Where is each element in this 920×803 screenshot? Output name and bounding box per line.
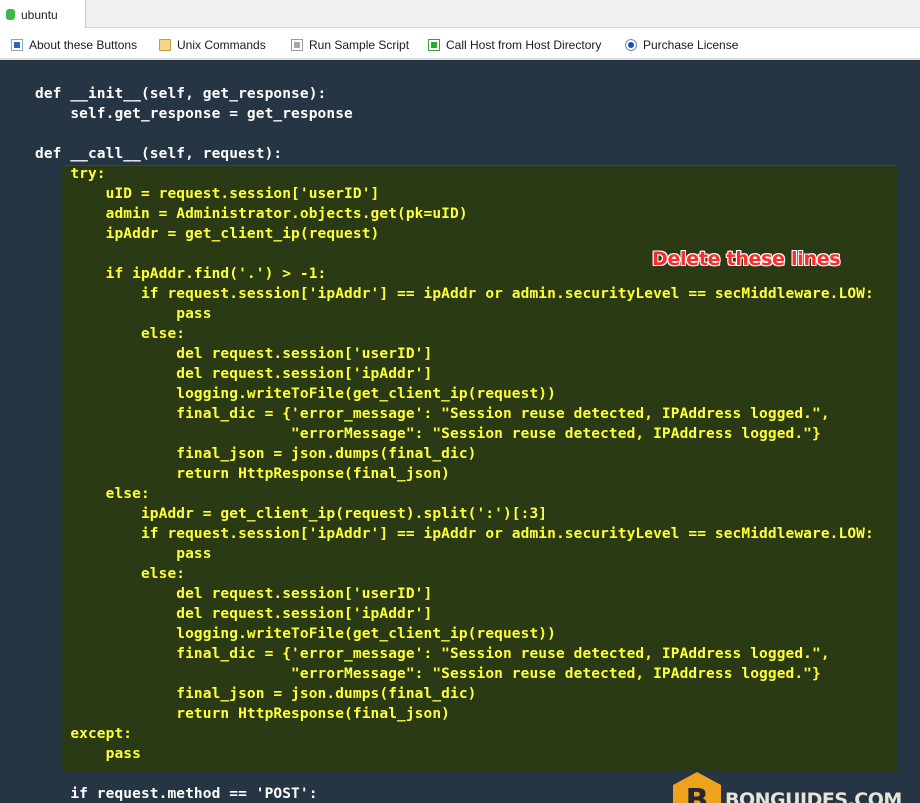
annotation-label: Delete these lines xyxy=(652,248,841,270)
code-line: logging.writeToFile(get_client_ip(reques… xyxy=(35,386,556,402)
code-line: final_json = json.dumps(final_dic) xyxy=(35,446,477,462)
code-line: except: xyxy=(35,726,133,742)
tab-ubuntu[interactable]: ubuntu xyxy=(0,0,86,29)
tab-title: ubuntu xyxy=(21,7,58,22)
radio-license-icon xyxy=(625,39,637,51)
code-line: "errorMessage": "Session reuse detected,… xyxy=(35,666,821,682)
code-line: else: xyxy=(35,486,150,502)
purchase-license-label: Purchase License xyxy=(643,38,739,52)
purchase-license-button[interactable]: Purchase License xyxy=(625,37,738,53)
about-buttons-button[interactable]: About these Buttons xyxy=(11,37,137,53)
script-icon xyxy=(291,39,303,51)
unix-commands-button[interactable]: Unix Commands xyxy=(159,37,266,53)
folder-icon xyxy=(159,39,171,51)
button-bar: About these Buttons Unix Commands Run Sa… xyxy=(0,28,920,60)
code-editor[interactable]: def __init__(self, get_response): self.g… xyxy=(0,62,920,803)
info-square-icon xyxy=(11,39,23,51)
run-sample-script-label: Run Sample Script xyxy=(309,38,410,52)
code-line: else: xyxy=(35,566,186,582)
code-line: uID = request.session['userID'] xyxy=(35,186,380,202)
code-line: if request.session['ipAddr'] == ipAddr o… xyxy=(35,286,874,302)
code-line: ipAddr = get_client_ip(request) xyxy=(35,226,380,242)
code-line: "errorMessage": "Session reuse detected,… xyxy=(35,426,821,442)
code-line: del request.session['ipAddr'] xyxy=(35,606,433,622)
code-line: if ipAddr.find('.') > -1: xyxy=(35,266,327,282)
code-line: return HttpResponse(final_json) xyxy=(35,466,450,482)
code-line: admin = Administrator.objects.get(pk=uID… xyxy=(35,206,468,222)
code-line: del request.session['userID'] xyxy=(35,586,433,602)
watermark: B BONGUIDES.COM xyxy=(671,770,902,803)
code-line: pass xyxy=(35,306,212,322)
watermark-text: BONGUIDES.COM xyxy=(725,789,902,803)
code-line: def __init__(self, get_response): xyxy=(35,86,327,102)
code-line: pass xyxy=(35,546,212,562)
code-line: try: xyxy=(35,166,106,182)
about-buttons-label: About these Buttons xyxy=(29,38,138,52)
run-sample-script-button[interactable]: Run Sample Script xyxy=(291,37,409,53)
code-line: return HttpResponse(final_json) xyxy=(35,706,450,722)
call-host-label: Call Host from Host Directory xyxy=(446,38,602,52)
code-line: if request.method == 'POST': xyxy=(35,786,318,802)
code-line: del request.session['userID'] xyxy=(35,346,433,362)
code-line: del request.session['ipAddr'] xyxy=(35,366,433,382)
host-icon xyxy=(428,39,440,51)
code-line: else: xyxy=(35,326,186,342)
code-line: final_json = json.dumps(final_dic) xyxy=(35,686,477,702)
session-status-icon xyxy=(6,9,15,20)
code-line: ipAddr = get_client_ip(request).split(':… xyxy=(35,506,548,522)
logo-letter: B xyxy=(686,783,709,803)
code-line: def __call__(self, request): xyxy=(35,146,283,162)
tab-strip: ubuntu xyxy=(0,0,920,29)
code-line: if request.session['ipAddr'] == ipAddr o… xyxy=(35,526,874,542)
code-line: logging.writeToFile(get_client_ip(reques… xyxy=(35,626,556,642)
hexagon-logo-icon: B xyxy=(673,772,721,803)
code-line: self.get_response = get_response xyxy=(35,106,353,122)
code-line: pass xyxy=(35,746,141,762)
unix-commands-label: Unix Commands xyxy=(177,38,266,52)
code-line: final_dic = {'error_message': "Session r… xyxy=(35,646,830,662)
code-line: final_dic = {'error_message': "Session r… xyxy=(35,406,830,422)
call-host-button[interactable]: Call Host from Host Directory xyxy=(428,37,601,53)
